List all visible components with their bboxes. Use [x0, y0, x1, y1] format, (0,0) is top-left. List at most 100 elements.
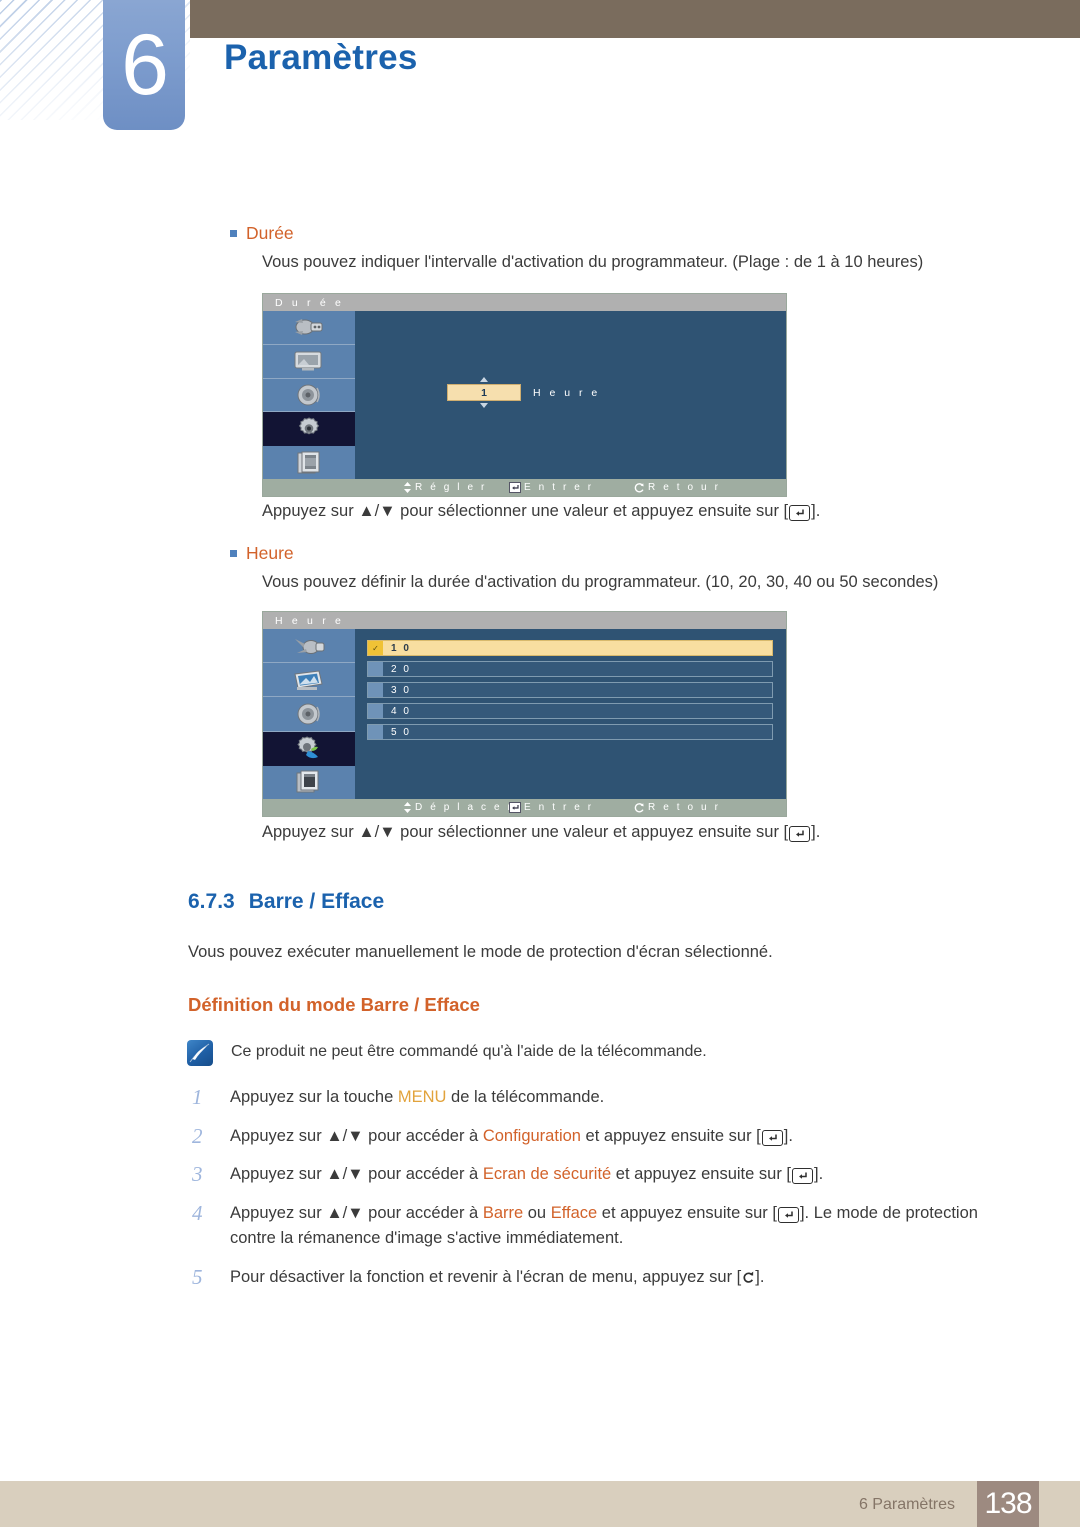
input-plug-icon	[295, 638, 325, 654]
heure-option-row[interactable]: 3 0	[367, 682, 773, 698]
spinner-up-arrow-icon[interactable]	[480, 377, 488, 382]
step-number: 3	[192, 1162, 203, 1187]
heure-option-row[interactable]: 2 0	[367, 661, 773, 677]
osd-heure-sidebar	[263, 629, 355, 800]
chapter-number: 6	[121, 17, 169, 113]
step-text-part: ].	[814, 1165, 824, 1184]
step-text: Appuyez sur ▲/▼ pour accéder à Ecran de …	[230, 1162, 823, 1188]
note-text: Ce produit ne peut être commandé qu'à l'…	[231, 1043, 707, 1060]
step-number: 2	[192, 1123, 203, 1148]
heure-description: Vous pouvez définir la durée d'activatio…	[262, 573, 939, 591]
step-number: 1	[192, 1085, 203, 1109]
step-text-part: et appuyez ensuite sur [	[611, 1165, 791, 1184]
heure-option-list[interactable]: ✓ 1 0 2 0 3 0 4 0 5 0	[367, 640, 773, 745]
enter-key-icon	[789, 826, 811, 842]
footer-page-number: 138	[977, 1481, 1039, 1527]
osd-footer-retour[interactable]: R e t o u r	[633, 482, 721, 493]
osd-footer-deplacer-label: D é p l a c e r	[415, 802, 514, 813]
subsection-title: Barre / Efface	[248, 890, 385, 913]
footer-label: 6 Paramètres	[858, 1496, 955, 1513]
osd-sidebar-item-setup[interactable]	[263, 731, 355, 766]
osd-sidebar-item-input[interactable]	[263, 629, 355, 664]
enter-key-icon	[509, 802, 521, 813]
heure-instruction: Appuyez sur ▲/▼ pour sélectionner une va…	[262, 823, 1022, 842]
step-item: 5 Pour désactiver la fonction et revenir…	[188, 1265, 1018, 1291]
steps-list: 1 Appuyez sur la touche MENU de la téléc…	[188, 1085, 1018, 1303]
osd-sidebar-item-multicontrol[interactable]	[263, 446, 355, 479]
arrows-glyph: ▲/▼	[326, 1126, 364, 1145]
osd-sidebar-item-picture[interactable]	[263, 344, 355, 379]
keyword-barre: Barre	[482, 1203, 524, 1222]
multi-control-books-icon	[296, 770, 319, 793]
step-text-part: pour accéder à	[363, 1165, 483, 1184]
heure-option-label: 5 0	[391, 726, 411, 738]
osd-sidebar-item-multicontrol[interactable]	[263, 765, 355, 800]
checkmark-icon: ✓	[368, 641, 383, 655]
subsection-number: 6.7.3	[188, 890, 235, 913]
square-bullet-icon	[230, 550, 237, 557]
enter-key-icon	[761, 1129, 783, 1146]
osd-footer-deplacer[interactable]: D é p l a c e r	[403, 802, 513, 813]
heure-instruction-prefix: Appuyez sur	[262, 823, 359, 841]
osd-duree-title: D u r é e	[263, 294, 786, 311]
heure-option-row[interactable]: 4 0	[367, 703, 773, 719]
spinner-unit-label: H e u r e	[533, 386, 601, 399]
osd-sidebar-item-setup[interactable]	[263, 412, 355, 447]
option-marker-icon	[368, 725, 383, 739]
page-title: Paramètres	[224, 38, 418, 77]
enter-key-icon	[509, 482, 521, 493]
step-item: 3 Appuyez sur ▲/▼ pour accéder à Ecran d…	[188, 1162, 1018, 1188]
option-marker-icon	[368, 704, 383, 718]
step-item: 2 Appuyez sur ▲/▼ pour accéder à Configu…	[188, 1124, 1018, 1150]
osd-duree-footer: R é g l e r E n t r e r R e t o u r	[263, 479, 786, 496]
heure-option-row[interactable]: 5 0	[367, 724, 773, 740]
subsection-intro: Vous pouvez exécuter manuellement le mod…	[188, 943, 773, 961]
step-text: Appuyez sur ▲/▼ pour accéder à Barre ou …	[230, 1201, 990, 1252]
step-text-part: pour accéder à	[363, 1203, 483, 1222]
enter-key-icon	[792, 1168, 813, 1185]
step-text-part: ou	[523, 1203, 551, 1222]
enter-key-icon	[789, 505, 811, 521]
option-marker-icon	[368, 683, 383, 697]
picture-screen-icon	[294, 670, 323, 690]
duree-value-spinner[interactable]: 1 H e u r e	[447, 377, 600, 408]
step-text-part: de la télécommande.	[446, 1088, 605, 1106]
osd-footer-retour[interactable]: R e t o u r	[633, 802, 721, 813]
sound-speaker-icon	[297, 384, 320, 406]
header-brown-bar	[190, 0, 1080, 38]
subsection-heading: 6.7.3 Barre / Efface	[188, 890, 384, 914]
spinner-column[interactable]: 1	[447, 377, 521, 408]
heure-instruction-suffix: ].	[811, 823, 821, 841]
updown-arrow-icon	[404, 482, 411, 493]
osd-sidebar-item-input[interactable]	[263, 311, 355, 345]
heure-option-label: 1 0	[391, 642, 411, 654]
step-item: 1 Appuyez sur la touche MENU de la téléc…	[188, 1085, 1018, 1111]
osd-footer-retour-label: R e t o u r	[648, 802, 721, 813]
heure-option-row[interactable]: ✓ 1 0	[367, 640, 773, 656]
step-text-part: Pour désactiver la fonction et revenir à…	[230, 1267, 742, 1286]
keyword-ecran-de-securite: Ecran de sécurité	[482, 1165, 612, 1184]
osd-heure-footer: D é p l a c e r E n t r e r R e t o u r	[263, 799, 786, 816]
osd-duree-main: 1 H e u r e	[355, 311, 786, 479]
osd-sidebar-item-picture[interactable]	[263, 663, 355, 698]
osd-sidebar-item-sound[interactable]	[263, 378, 355, 413]
osd-sidebar-item-sound[interactable]	[263, 697, 355, 732]
osd-heure: H e u r e ✓ 1 0 2 0 3 0 4 0 5 0 D é p l …	[263, 612, 786, 816]
chapter-number-tab: 6	[103, 0, 185, 130]
duree-arrows-glyph: ▲/▼	[358, 502, 396, 520]
arrows-glyph: ▲/▼	[326, 1165, 364, 1184]
spinner-down-arrow-icon[interactable]	[480, 403, 488, 408]
osd-footer-regler[interactable]: R é g l e r	[403, 482, 487, 493]
spinner-value[interactable]: 1	[447, 384, 521, 401]
osd-footer-entrer[interactable]: E n t r e r	[509, 482, 594, 493]
bullet-heure: Heure	[230, 543, 294, 564]
arrows-glyph: ▲/▼	[326, 1203, 364, 1222]
bullet-duree: Durée	[230, 223, 294, 244]
heure-option-label: 2 0	[391, 663, 411, 675]
keyword-menu: MENU	[397, 1088, 447, 1106]
step-text-part: ].	[755, 1267, 765, 1286]
step-text-part: Appuyez sur	[230, 1165, 327, 1184]
note-pen-icon	[187, 1040, 213, 1066]
osd-footer-entrer[interactable]: E n t r e r	[509, 802, 594, 813]
updown-arrow-icon	[404, 802, 411, 813]
